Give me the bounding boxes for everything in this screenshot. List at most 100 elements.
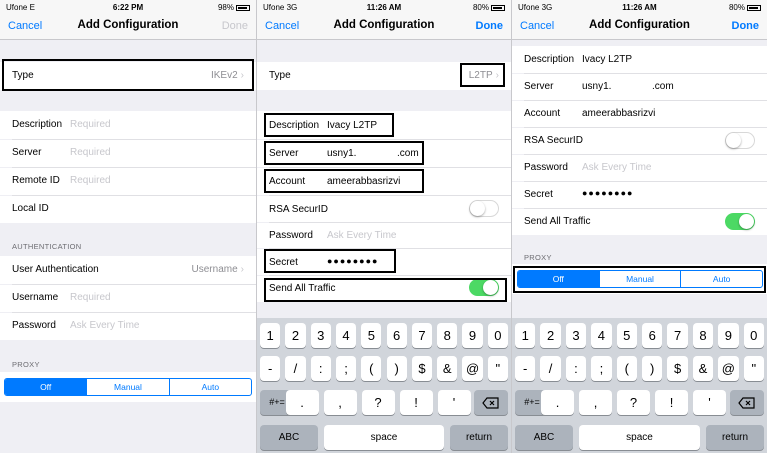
rsa-securid-toggle[interactable] bbox=[469, 200, 499, 217]
password-row[interactable]: Password Ask Every Time bbox=[0, 313, 256, 340]
key-symbol[interactable]: ( bbox=[361, 356, 382, 381]
key-symbol[interactable]: @ bbox=[718, 356, 739, 381]
description-field[interactable]: Ivacy L2TP bbox=[582, 54, 632, 65]
key-punct[interactable]: ! bbox=[399, 390, 433, 415]
key-symbol[interactable]: ) bbox=[642, 356, 663, 381]
key-7[interactable]: 7 bbox=[411, 323, 433, 348]
key-7[interactable]: 7 bbox=[667, 323, 688, 348]
key-8[interactable]: 8 bbox=[692, 323, 714, 348]
abc-key[interactable]: ABC bbox=[515, 425, 573, 450]
send-all-traffic-toggle[interactable] bbox=[725, 213, 755, 230]
server-row[interactable]: Server usny1. .com bbox=[512, 74, 767, 100]
key-5[interactable]: 5 bbox=[361, 323, 382, 348]
key-8[interactable]: 8 bbox=[437, 323, 458, 348]
proxy-off-segment[interactable]: Off bbox=[5, 379, 88, 395]
password-row[interactable]: Password Ask Every Time bbox=[257, 223, 511, 248]
proxy-segmented-control[interactable]: Off Manual Auto bbox=[4, 378, 252, 396]
secret-row[interactable]: Secret ●●●●●●●● bbox=[512, 182, 767, 208]
key-punct[interactable]: ' bbox=[437, 390, 471, 415]
account-row[interactable]: Account ameerabbasrizvi bbox=[512, 101, 767, 127]
key-3[interactable]: 3 bbox=[310, 323, 331, 348]
delete-key[interactable] bbox=[474, 390, 508, 415]
space-key[interactable]: space bbox=[324, 425, 444, 450]
key-punct[interactable]: ' bbox=[693, 390, 726, 415]
account-field[interactable]: ameerabbasrizvi bbox=[582, 108, 655, 119]
key-symbol[interactable]: & bbox=[437, 356, 458, 381]
done-button[interactable]: Done bbox=[222, 20, 248, 32]
key-6[interactable]: 6 bbox=[386, 323, 407, 348]
key-symbol[interactable]: ( bbox=[616, 356, 637, 381]
return-key[interactable]: return bbox=[450, 425, 508, 450]
server-row[interactable]: Server Required bbox=[0, 140, 256, 167]
description-row[interactable]: Description Required bbox=[0, 111, 256, 139]
secret-field[interactable]: ●●●●●●●● bbox=[582, 188, 634, 198]
user-auth-row[interactable]: User Authentication Username › bbox=[0, 256, 256, 284]
return-key[interactable]: return bbox=[706, 425, 764, 450]
space-key[interactable]: space bbox=[579, 425, 700, 450]
key-punct[interactable]: . bbox=[285, 390, 319, 415]
key-symbol[interactable]: & bbox=[692, 356, 714, 381]
password-field[interactable]: Ask Every Time bbox=[582, 162, 651, 173]
server-field[interactable]: usny1. bbox=[582, 81, 611, 92]
key-9[interactable]: 9 bbox=[718, 323, 739, 348]
key-punct[interactable]: , bbox=[579, 390, 612, 415]
key-1[interactable]: 1 bbox=[260, 323, 281, 348]
key-symbol[interactable]: / bbox=[285, 356, 306, 381]
key-punct[interactable]: ? bbox=[361, 390, 395, 415]
key-symbol[interactable]: ; bbox=[591, 356, 612, 381]
battery-icon bbox=[236, 4, 250, 11]
password-field[interactable]: Ask Every Time bbox=[327, 230, 396, 241]
key-5[interactable]: 5 bbox=[616, 323, 637, 348]
description-field[interactable]: Required bbox=[70, 119, 111, 130]
key-punct[interactable]: ? bbox=[617, 390, 650, 415]
key-symbol[interactable]: / bbox=[540, 356, 561, 381]
done-button[interactable]: Done bbox=[476, 20, 504, 32]
highlight-box bbox=[264, 113, 394, 137]
key-4[interactable]: 4 bbox=[335, 323, 357, 348]
key-2[interactable]: 2 bbox=[540, 323, 561, 348]
server-field[interactable]: Required bbox=[70, 147, 111, 158]
key-symbol[interactable]: - bbox=[515, 356, 536, 381]
username-field[interactable]: Required bbox=[70, 292, 111, 303]
screen-ikev2: Ufone E 6:22 PM 98% Cancel Add Configura… bbox=[0, 0, 256, 453]
key-symbol[interactable]: ; bbox=[335, 356, 357, 381]
key-symbol[interactable]: @ bbox=[462, 356, 483, 381]
key-symbol[interactable]: $ bbox=[411, 356, 433, 381]
description-row[interactable]: Description Ivacy L2TP bbox=[512, 46, 767, 73]
password-row[interactable]: Password Ask Every Time bbox=[512, 155, 767, 181]
proxy-auto-segment[interactable]: Auto bbox=[170, 379, 251, 395]
toggle-knob bbox=[726, 133, 741, 148]
key-punct[interactable]: , bbox=[323, 390, 357, 415]
key-2[interactable]: 2 bbox=[285, 323, 306, 348]
key-symbol[interactable]: $ bbox=[667, 356, 688, 381]
key-symbol[interactable]: " bbox=[743, 356, 764, 381]
key-9[interactable]: 9 bbox=[462, 323, 483, 348]
key-0[interactable]: 0 bbox=[743, 323, 764, 348]
key-1[interactable]: 1 bbox=[515, 323, 536, 348]
local-id-row[interactable]: Local ID bbox=[0, 196, 256, 223]
rsa-securid-label: RSA SecurID bbox=[524, 135, 583, 146]
password-field[interactable]: Ask Every Time bbox=[70, 320, 139, 331]
key-symbol[interactable]: : bbox=[565, 356, 587, 381]
key-3[interactable]: 3 bbox=[565, 323, 587, 348]
proxy-manual-segment[interactable]: Manual bbox=[87, 379, 170, 395]
key-symbol[interactable]: " bbox=[487, 356, 508, 381]
remote-id-field[interactable]: Required bbox=[70, 175, 111, 186]
done-button[interactable]: Done bbox=[732, 20, 760, 32]
username-row[interactable]: Username Required bbox=[0, 285, 256, 312]
description-label: Description bbox=[524, 54, 575, 65]
key-6[interactable]: 6 bbox=[642, 323, 663, 348]
key-symbol[interactable]: ) bbox=[386, 356, 407, 381]
battery-indicator: 98% bbox=[218, 3, 250, 12]
rsa-securid-row: RSA SecurID bbox=[257, 196, 511, 222]
key-punct[interactable]: ! bbox=[655, 390, 688, 415]
remote-id-row[interactable]: Remote ID Required bbox=[0, 168, 256, 195]
rsa-securid-toggle[interactable] bbox=[725, 132, 755, 149]
delete-key[interactable] bbox=[730, 390, 764, 415]
abc-key[interactable]: ABC bbox=[260, 425, 318, 450]
key-symbol[interactable]: - bbox=[260, 356, 281, 381]
key-0[interactable]: 0 bbox=[487, 323, 508, 348]
key-punct[interactable]: . bbox=[541, 390, 574, 415]
key-4[interactable]: 4 bbox=[591, 323, 612, 348]
key-symbol[interactable]: : bbox=[310, 356, 331, 381]
